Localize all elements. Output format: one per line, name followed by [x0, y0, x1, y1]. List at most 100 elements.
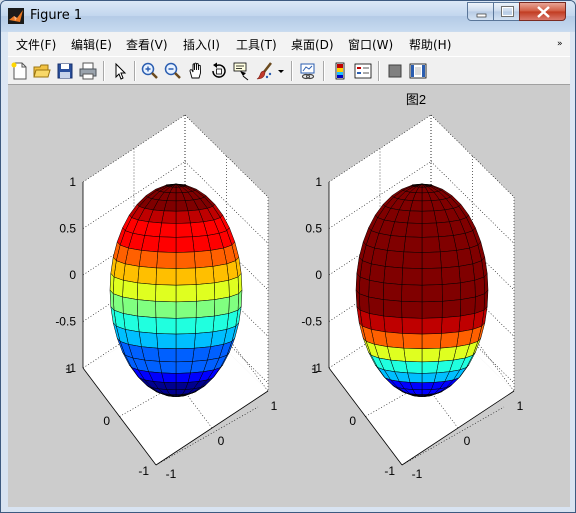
x-tick-label: 0 [464, 434, 471, 448]
maximize-button[interactable] [493, 2, 520, 21]
menu-desktop[interactable]: 桌面(D) [291, 36, 334, 53]
surface-patch [402, 333, 423, 349]
toolbar-separator [378, 61, 380, 81]
z-tick-label: 0 [69, 268, 76, 282]
z-tick-label: 0.5 [305, 222, 322, 236]
menu-view[interactable]: 查看(V) [126, 36, 168, 53]
surface-patch [401, 301, 423, 319]
surface-patch [421, 251, 442, 269]
hide-plot-tools-button[interactable] [385, 61, 405, 81]
select-arrow-icon [115, 62, 127, 80]
surface-patch [421, 284, 443, 303]
surface-patch [441, 299, 462, 318]
surface-patch [175, 301, 197, 319]
surface-patch [439, 250, 460, 269]
surface-patch [157, 236, 177, 253]
menu-window[interactable]: 窗口(W) [348, 36, 393, 53]
y-tick-label: -1 [384, 464, 395, 478]
new-figure-button[interactable] [10, 61, 30, 81]
legend-button[interactable] [353, 61, 373, 81]
surface-patch [421, 236, 441, 253]
menu-bar: 文件(F) 编辑(E) 查看(V) 插入(I) 工具(T) 桌面(D) 窗口(W… [8, 32, 570, 56]
surface-patch [214, 280, 230, 300]
print-button[interactable] [78, 61, 98, 81]
zoom-in-button[interactable] [140, 61, 160, 81]
toolbar-separator [291, 61, 293, 81]
zoom-out-button[interactable] [163, 61, 183, 81]
y-tick-label: 0 [349, 414, 356, 428]
surface-patch [175, 251, 196, 269]
brush-button[interactable] [255, 61, 275, 81]
axes-title: 图2 [406, 92, 426, 107]
menu-file[interactable]: 文件(F) [16, 36, 56, 53]
surface-patch [136, 282, 157, 302]
surface-patch [403, 347, 423, 363]
pan-hand-icon [189, 62, 201, 79]
surface-patch [138, 250, 159, 269]
zoom-out-icon [164, 62, 181, 79]
axes-left[interactable]: 10.50-0.5-110-1 -101 [55, 114, 278, 481]
surface-patch [460, 280, 476, 300]
surface-patch [368, 296, 384, 317]
surface-patch [382, 299, 403, 318]
menu-help[interactable]: 帮助(H) [409, 36, 451, 53]
menu-tools[interactable]: 工具(T) [236, 36, 277, 53]
window-title: Figure 1 [30, 8, 83, 23]
x-tick-label: 1 [517, 399, 524, 413]
axes-right[interactable]: 10.50-0.5-110-1 -101图2 [301, 92, 523, 481]
open-file-icon [33, 64, 51, 78]
surface-patch [138, 331, 159, 349]
surface-patch [159, 361, 177, 374]
data-cursor-button[interactable] [232, 61, 252, 81]
y-tick-label: -1 [138, 464, 149, 478]
menu-insert[interactable]: 插入(I) [183, 36, 220, 53]
z-tick-label: 1 [69, 175, 76, 189]
colorbar-button[interactable] [330, 61, 350, 81]
surface-patch [155, 301, 177, 319]
surface-patch [421, 210, 437, 224]
surface-patch [458, 313, 475, 333]
pan-button[interactable] [186, 61, 206, 81]
brush-dropdown-button[interactable] [276, 61, 286, 81]
surface-patch [175, 222, 193, 238]
minimize-button[interactable] [467, 2, 494, 21]
select-arrow-button[interactable] [110, 61, 130, 81]
surface-patch [155, 267, 177, 286]
surface-patch [401, 267, 423, 286]
surface-patch [175, 210, 191, 224]
open-file-button[interactable] [32, 61, 52, 81]
close-button[interactable] [519, 2, 566, 21]
zoom-in-icon [141, 62, 158, 79]
menu-edit[interactable]: 编辑(E) [71, 36, 112, 53]
rotate-3d-button[interactable] [209, 61, 229, 81]
surface-patch [421, 301, 443, 319]
z-tick-label: 1 [315, 175, 322, 189]
link-plot-button[interactable] [298, 61, 318, 81]
toolbar-separator [103, 61, 105, 81]
colorbar-icon [335, 62, 345, 80]
minimize-icon [476, 13, 487, 18]
surface-patch [175, 372, 191, 383]
title-bar[interactable]: Figure 1 [1, 1, 575, 31]
surface-patch [136, 299, 157, 318]
plot-canvas[interactable]: 10.50-0.5-110-1 -10110.50-0.5-110-1 -101图2 [8, 85, 570, 507]
save-button[interactable] [55, 61, 75, 81]
figure-canvas[interactable]: 1 0.5 0 -0.5 -1 1 0 -1 -1 0 1 1 0.5 0 -0.5 -1 1 0 -1 -1 0 1 图2 [8, 85, 570, 507]
surface-patch [175, 347, 195, 363]
surface-patch [175, 361, 193, 374]
surface-patch [458, 263, 475, 284]
show-plot-tools-button[interactable] [408, 61, 428, 81]
menu-overflow-arrow[interactable]: » [557, 39, 563, 49]
show-plot-tools-icon [409, 63, 427, 79]
surface-patch [195, 266, 215, 285]
matlab-logo-icon [8, 8, 24, 24]
surface-patch [421, 222, 439, 238]
surface-patch [175, 333, 196, 349]
surface-patch [403, 236, 423, 253]
surface-patch [193, 331, 214, 349]
surface-patch [212, 263, 229, 284]
y-tick-label: 1 [65, 362, 72, 376]
toolbar-separator [323, 61, 325, 81]
figure-toolbar [8, 56, 570, 85]
surface-patch [384, 331, 405, 349]
